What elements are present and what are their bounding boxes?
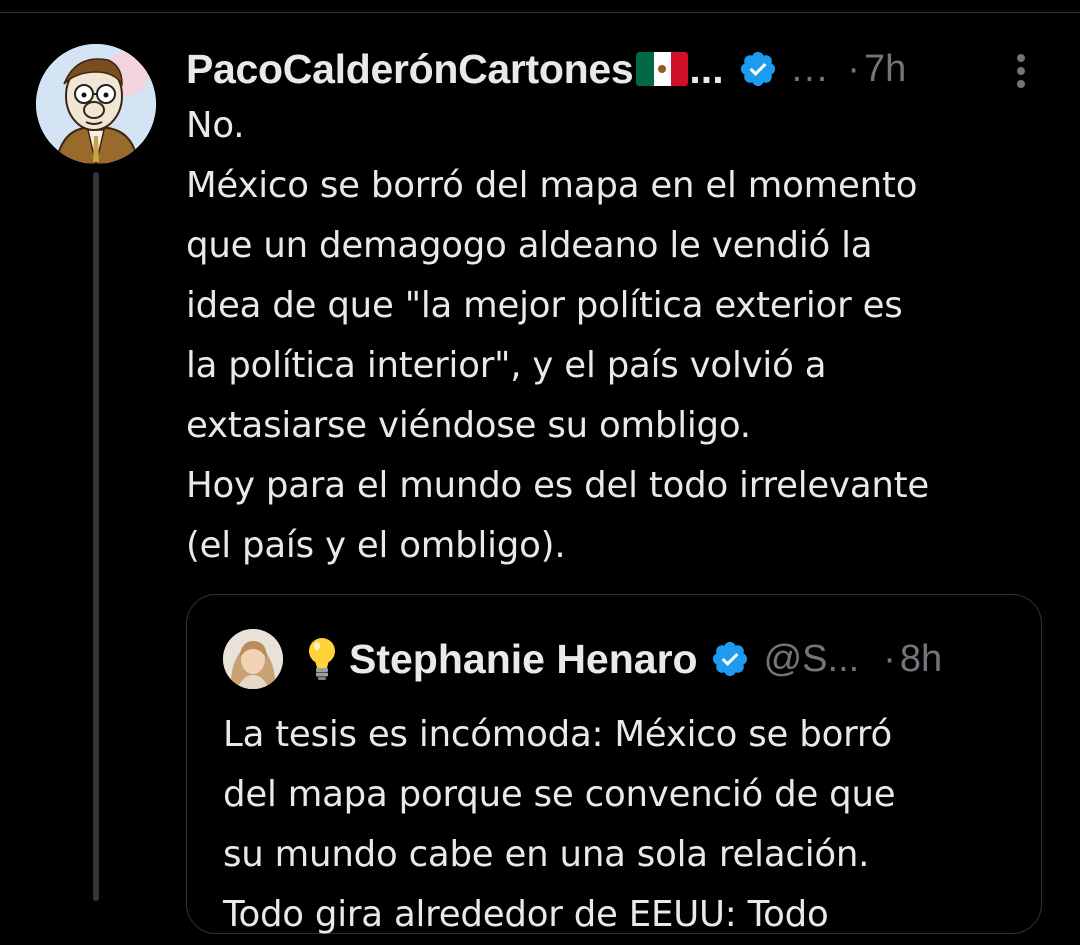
quoted-author-handle[interactable]: @S... bbox=[764, 638, 860, 681]
more-options-icon[interactable] bbox=[1010, 50, 1032, 92]
author-avatar[interactable] bbox=[36, 44, 156, 164]
quoted-author-avatar[interactable] bbox=[223, 629, 283, 689]
light-bulb-icon bbox=[309, 638, 335, 680]
author-handle[interactable]: ... bbox=[792, 48, 830, 91]
quoted-author-name[interactable]: Stephanie Henaro bbox=[349, 636, 698, 683]
quoted-tweet-time[interactable]: 8h bbox=[900, 638, 942, 681]
tweet-time[interactable]: 7h bbox=[864, 48, 906, 91]
separator-dot: · bbox=[883, 637, 896, 680]
tweet-header: PacoCalderónCartones ... ... · 7h bbox=[186, 44, 1046, 94]
quoted-tweet-text: La tesis es incómoda: México se borró de… bbox=[223, 714, 896, 935]
quoted-tweet-card[interactable]: Stephanie Henaro @S... · 8h La tesis es … bbox=[186, 594, 1042, 935]
cartoon-avatar-icon bbox=[36, 44, 156, 164]
verified-badge-icon bbox=[712, 641, 747, 677]
verified-badge-icon bbox=[740, 51, 775, 87]
thread-line bbox=[93, 172, 99, 901]
author-name-ellipsis: ... bbox=[689, 45, 724, 92]
tweet-text: No. México se borró del mapa en el momen… bbox=[186, 105, 930, 566]
mexico-flag-icon bbox=[636, 52, 689, 86]
top-divider bbox=[0, 0, 1080, 13]
author-name[interactable]: PacoCalderónCartones bbox=[186, 46, 634, 93]
separator-dot: · bbox=[847, 47, 860, 90]
photo-avatar-icon bbox=[223, 629, 283, 689]
quoted-tweet-header: Stephanie Henaro @S... · 8h bbox=[305, 633, 942, 685]
